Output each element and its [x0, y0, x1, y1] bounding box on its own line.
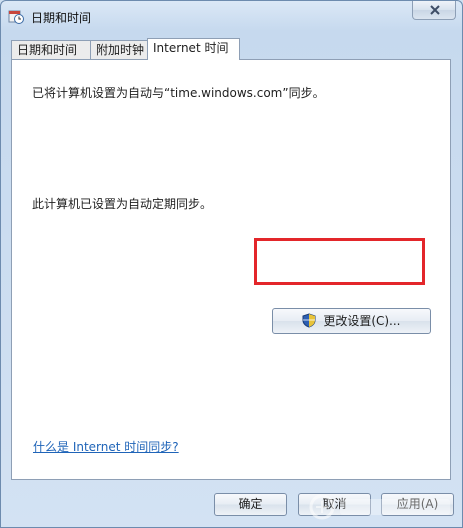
title-bar[interactable]: 日期和时间 [1, 1, 462, 31]
date-time-dialog: 日期和时间 日期和时间 附加时钟 Internet 时间 已将计算机设置为自动与… [0, 0, 463, 528]
uac-shield-icon [302, 312, 316, 336]
tab-additional-clocks[interactable]: 附加时钟 [90, 40, 148, 59]
cancel-button[interactable]: 取消 [298, 493, 371, 516]
tab-date-time[interactable]: 日期和时间 [11, 40, 91, 59]
close-icon [430, 5, 440, 15]
sync-server-text: 已将计算机设置为自动与“time.windows.com”同步。 [32, 86, 325, 100]
change-settings-button[interactable]: 更改设置(C)... [272, 308, 431, 334]
window-title: 日期和时间 [31, 11, 92, 25]
apply-button[interactable]: 应用(A) [381, 493, 454, 516]
internet-time-panel: 已将计算机设置为自动与“time.windows.com”同步。 此计算机已设置… [11, 59, 451, 480]
internet-time-help-link[interactable]: 什么是 Internet 时间同步? [33, 438, 179, 455]
close-button[interactable] [412, 1, 456, 20]
sync-status-text: 此计算机已设置为自动定期同步。 [32, 197, 213, 211]
change-settings-label: 更改设置(C)... [323, 314, 401, 328]
ok-button[interactable]: 确定 [214, 493, 287, 516]
clock-calendar-icon [8, 8, 24, 24]
tab-internet-time[interactable]: Internet 时间 [147, 38, 240, 60]
